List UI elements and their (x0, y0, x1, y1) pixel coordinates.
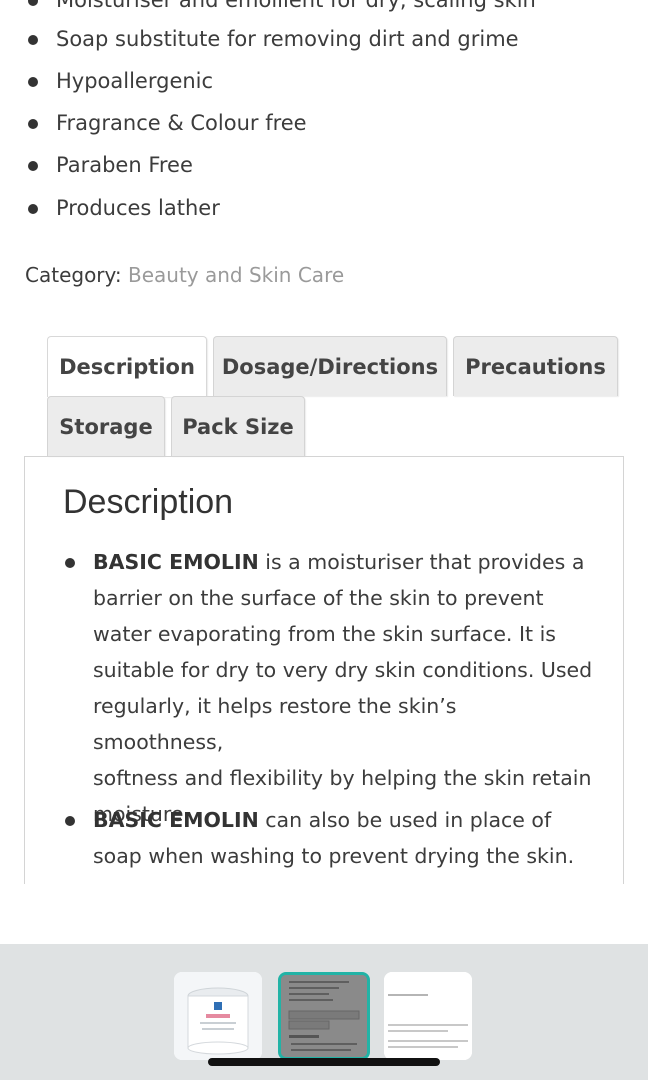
list-item: Paraben Free (28, 153, 193, 177)
page-preview-icon (384, 972, 472, 1060)
tab-storage[interactable]: Storage (47, 396, 165, 456)
tab-pack-size[interactable]: Pack Size (171, 396, 305, 456)
product-jar-icon (174, 972, 262, 1060)
tab-description[interactable]: Description (47, 336, 207, 397)
category-link[interactable]: Beauty and Skin Care (128, 263, 344, 287)
page-preview-icon (281, 975, 367, 1057)
thumbnail-product-info-page[interactable] (384, 972, 472, 1060)
thumbnail-product-jar[interactable] (174, 972, 262, 1060)
bullet-icon (28, 77, 38, 87)
list-item: BASIC EMOLIN can also be used in place o… (65, 802, 593, 874)
tab-precautions[interactable]: Precautions (453, 336, 618, 396)
list-item: Moisturiser and emollient for dry, scali… (28, 0, 536, 12)
panel-title: Description (63, 483, 234, 521)
list-item: Hypoallergenic (28, 69, 213, 93)
category-line: Category: Beauty and Skin Care (25, 263, 344, 287)
bullet-icon (28, 204, 38, 214)
tab-dosage-directions[interactable]: Dosage/Directions (213, 336, 447, 396)
home-indicator[interactable] (208, 1058, 440, 1066)
bullet-icon (65, 558, 75, 568)
bullet-icon (65, 816, 75, 826)
bullet-icon (28, 0, 38, 6)
list-item: Soap substitute for removing dirt and gr… (28, 27, 519, 51)
list-item: Fragrance & Colour free (28, 111, 307, 135)
list-item: BASIC EMOLIN is a moisturiser that provi… (65, 544, 593, 832)
list-item: Produces lather (28, 196, 220, 220)
bullet-icon (28, 161, 38, 171)
category-label: Category: (25, 263, 122, 287)
thumbnail-description-page[interactable] (278, 972, 370, 1060)
bullet-icon (28, 119, 38, 129)
bullet-icon (28, 35, 38, 45)
